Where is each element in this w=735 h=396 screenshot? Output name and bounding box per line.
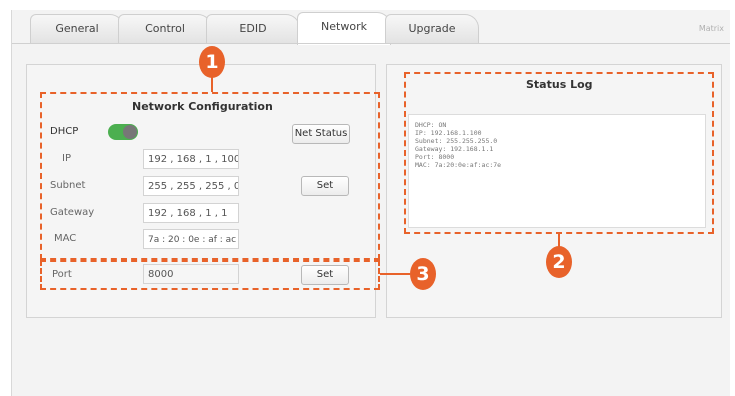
tab-upgrade[interactable]: Upgrade [385, 14, 479, 43]
callout-3-connector [380, 273, 410, 275]
matrix-label: Matrix [698, 24, 724, 33]
tab-control[interactable]: Control [118, 14, 212, 43]
callout-1-connector [211, 76, 213, 92]
highlight-network-config [40, 92, 380, 260]
callout-1-marker: 1 [199, 46, 225, 78]
tab-general[interactable]: General [30, 14, 124, 43]
app-window: General Control EDID Network Upgrade Mat… [11, 10, 730, 396]
callout-3-marker: 3 [410, 258, 436, 290]
highlight-status-log [404, 72, 714, 234]
callout-2-marker: 2 [546, 246, 572, 278]
tab-divider [12, 43, 730, 44]
highlight-port [40, 260, 380, 290]
tab-network[interactable]: Network [297, 12, 391, 45]
tab-bar: General Control EDID Network Upgrade Mat… [12, 10, 730, 45]
tab-edid[interactable]: EDID [206, 14, 300, 43]
